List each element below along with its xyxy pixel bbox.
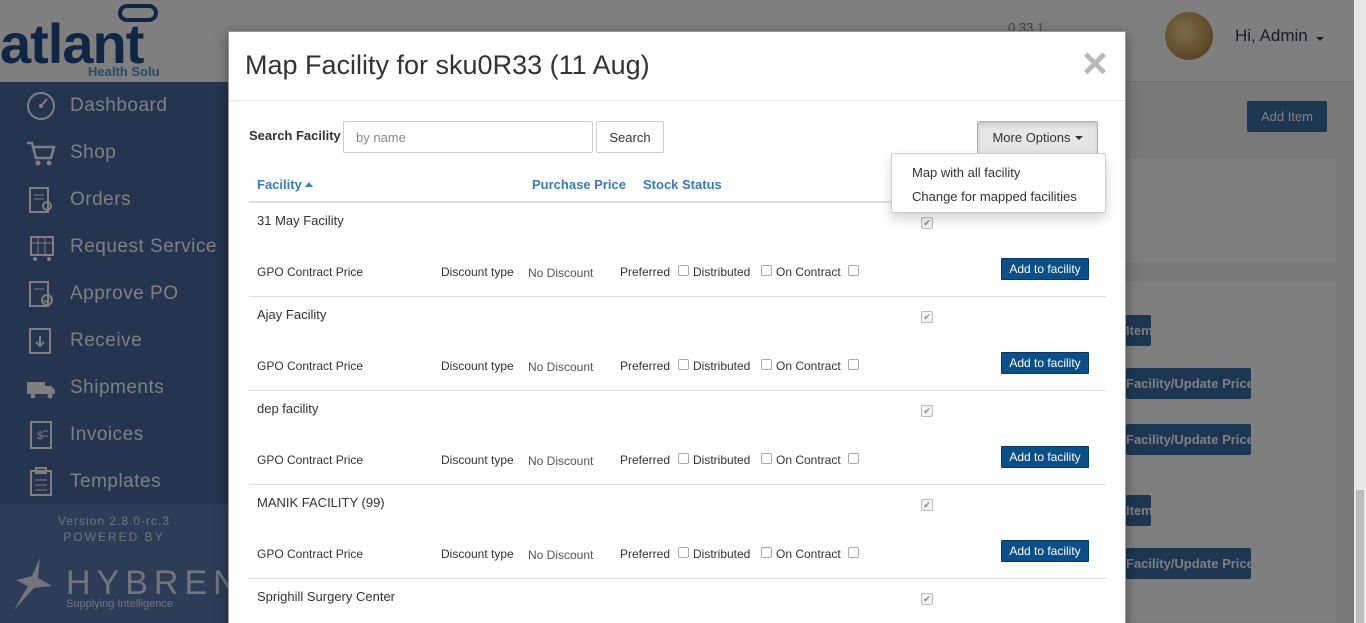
on-contract-label: On Contract — [776, 359, 841, 373]
close-icon[interactable]: × — [1079, 42, 1111, 86]
preferred-label: Preferred — [620, 547, 671, 561]
preferred-label: Preferred — [620, 453, 671, 467]
gpo-contract-price-label: GPO Contract Price — [257, 547, 364, 561]
column-header-label: Facility — [257, 177, 302, 192]
discount-type-label: Discount type — [441, 359, 514, 373]
preferred-label: Preferred — [620, 265, 671, 279]
facility-row: dep facility ✔ GPO Contract Price Discou… — [249, 391, 1106, 485]
preferred-checkbox[interactable] — [678, 453, 689, 464]
stock-status-checkbox[interactable]: ✔ — [921, 405, 933, 417]
on-contract-label: On Contract — [776, 547, 841, 561]
distributed-checkbox[interactable] — [761, 547, 772, 558]
discount-type-value[interactable]: No Discount — [528, 266, 593, 280]
discount-type-value[interactable]: No Discount — [528, 454, 593, 468]
add-to-facility-button[interactable]: Add to facility — [1001, 540, 1089, 562]
preferred-checkbox[interactable] — [678, 359, 689, 370]
more-options-label: More Options — [992, 130, 1071, 145]
sort-ascending-icon — [304, 182, 313, 187]
stock-status-checkbox[interactable]: ✔ — [921, 593, 933, 605]
facility-row: 31 May Facility ✔ GPO Contract Price Dis… — [249, 203, 1106, 297]
discount-type-value[interactable]: No Discount — [528, 548, 593, 562]
map-facility-modal: Map Facility for sku0R33 (11 Aug) × Sear… — [228, 31, 1126, 623]
page-scrollbar-thumb[interactable] — [1356, 490, 1364, 623]
distributed-label: Distributed — [693, 265, 751, 279]
distributed-checkbox[interactable] — [761, 453, 772, 464]
add-to-facility-button[interactable]: Add to facility — [1001, 446, 1089, 468]
on-contract-checkbox[interactable] — [848, 547, 859, 558]
column-header-stock-status[interactable]: Stock Status — [643, 177, 722, 192]
facility-name: Sprighill Surgery Center — [257, 589, 396, 604]
add-to-facility-button[interactable]: Add to facility — [1001, 352, 1089, 374]
column-header-purchase-price[interactable]: Purchase Price — [532, 177, 626, 192]
discount-type-value[interactable]: No Discount — [528, 360, 593, 374]
modal-header: Map Facility for sku0R33 (11 Aug) × — [229, 32, 1125, 101]
distributed-checkbox[interactable] — [761, 359, 772, 370]
stock-status-checkbox[interactable]: ✔ — [921, 311, 933, 323]
search-facility-input[interactable] — [343, 121, 593, 153]
distributed-label: Distributed — [693, 453, 751, 467]
on-contract-label: On Contract — [776, 453, 841, 467]
facility-row: MANIK FACILITY (99) ✔ GPO Contract Price… — [249, 485, 1106, 579]
preferred-checkbox[interactable] — [678, 265, 689, 276]
modal-title: Map Facility for sku0R33 (11 Aug) — [245, 50, 650, 80]
discount-type-label: Discount type — [441, 453, 514, 467]
facility-name: 31 May Facility — [257, 213, 344, 228]
stock-status-checkbox[interactable]: ✔ — [921, 499, 933, 511]
more-options-button[interactable]: More Options — [977, 121, 1098, 154]
facility-row: Ajay Facility ✔ GPO Contract Price Disco… — [249, 297, 1106, 391]
add-to-facility-button[interactable]: Add to facility — [1001, 258, 1089, 280]
preferred-label: Preferred — [620, 359, 671, 373]
distributed-checkbox[interactable] — [761, 265, 772, 276]
facility-name: MANIK FACILITY (99) — [257, 495, 385, 510]
search-button[interactable]: Search — [596, 121, 664, 153]
facility-name: dep facility — [257, 401, 319, 416]
on-contract-checkbox[interactable] — [848, 265, 859, 276]
facility-name: Ajay Facility — [257, 307, 327, 322]
column-header-facility[interactable]: Facility — [257, 177, 313, 192]
gpo-contract-price-label: GPO Contract Price — [257, 359, 364, 373]
gpo-contract-price-label: GPO Contract Price — [257, 453, 364, 467]
more-options-dropdown: Map with all facility Change for mapped … — [891, 153, 1106, 213]
on-contract-checkbox[interactable] — [848, 359, 859, 370]
on-contract-label: On Contract — [776, 265, 841, 279]
discount-type-label: Discount type — [441, 265, 514, 279]
preferred-checkbox[interactable] — [678, 547, 689, 558]
distributed-label: Distributed — [693, 547, 751, 561]
caret-down-icon — [1074, 135, 1083, 140]
search-facility-label: Search Facility — [249, 128, 341, 143]
on-contract-checkbox[interactable] — [848, 453, 859, 464]
menu-item-change-mapped[interactable]: Change for mapped facilities — [892, 184, 1105, 208]
gpo-contract-price-label: GPO Contract Price — [257, 265, 364, 279]
menu-item-map-all[interactable]: Map with all facility — [892, 160, 1105, 184]
stock-status-checkbox[interactable]: ✔ — [921, 217, 933, 229]
discount-type-label: Discount type — [441, 547, 514, 561]
facility-row: Sprighill Surgery Center ✔ — [249, 579, 1106, 623]
distributed-label: Distributed — [693, 359, 751, 373]
